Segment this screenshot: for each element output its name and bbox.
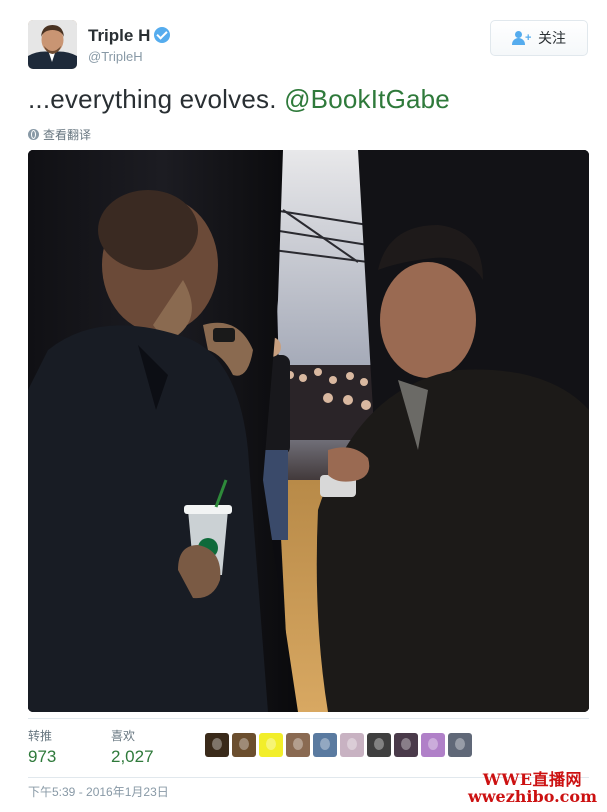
liker-avatar-5[interactable] [313, 733, 337, 757]
liker-avatar-6[interactable] [340, 733, 364, 757]
translate-label: 查看翻译 [43, 128, 92, 142]
user-handle[interactable]: @TripleH [88, 49, 143, 64]
retweets-label: 转推 [28, 729, 53, 743]
liker-avatar-8[interactable] [394, 733, 418, 757]
follow-button-label: 关注 [538, 30, 566, 46]
globe-icon [28, 129, 39, 140]
follow-button[interactable]: + 关注 [490, 20, 588, 56]
likes-label: 喜欢 [111, 729, 136, 743]
translate-link[interactable]: 查看翻译 [28, 126, 91, 143]
display-name[interactable]: Triple H [88, 26, 171, 46]
liker-avatar-9[interactable] [421, 733, 445, 757]
liker-avatar-10[interactable] [448, 733, 472, 757]
tweet-photo[interactable] [28, 150, 589, 712]
retweets-count: 973 [28, 747, 57, 766]
likes-count: 2,027 [111, 747, 154, 766]
display-name-text[interactable]: Triple H [88, 26, 150, 45]
user-avatar[interactable] [28, 20, 77, 69]
add-user-icon: + [512, 31, 532, 45]
mention-link[interactable]: @BookItGabe [284, 84, 450, 114]
liker-avatar-7[interactable] [367, 733, 391, 757]
tweet-stats: 转推 973 喜欢 2,027 [28, 718, 589, 778]
verified-badge-icon [154, 27, 171, 43]
site-watermark: WWE直播网 wwezhibo.com [467, 771, 597, 806]
watermark-url: wwezhibo.com [467, 786, 597, 806]
liker-avatars [205, 733, 472, 757]
liker-avatar-2[interactable] [232, 733, 256, 757]
liker-avatar-4[interactable] [286, 733, 310, 757]
likes-stat[interactable]: 喜欢 2,027 [111, 727, 154, 767]
liker-avatar-1[interactable] [205, 733, 229, 757]
tweet-text: ...everything evolves. @BookItGabe [28, 84, 450, 115]
liker-avatar-3[interactable] [259, 733, 283, 757]
tweet-timestamp[interactable]: 下午5:39 - 2016年1月23日 [28, 783, 169, 800]
tweet-body: ...everything evolves. [28, 84, 285, 114]
retweets-stat[interactable]: 转推 973 [28, 727, 56, 767]
tweet-header: Triple H @TripleH + 关注 [28, 20, 588, 70]
